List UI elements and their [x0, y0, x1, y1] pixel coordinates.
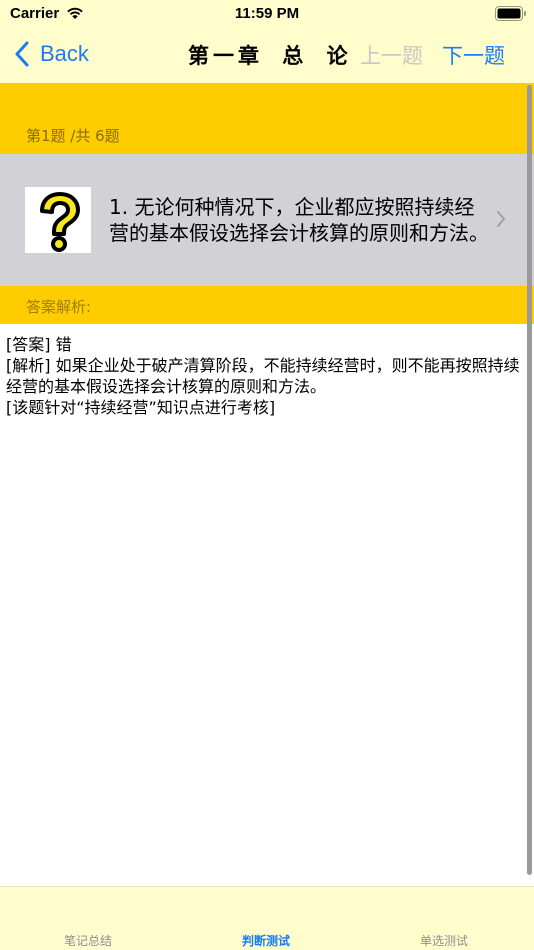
answer-analysis-header: 答案解析:	[0, 286, 534, 324]
question-counter: 第1题 /共 6题	[26, 127, 120, 145]
question-cell[interactable]: 1. 无论何种情况下，企业都应按照持续经营的基本假设选择会计核算的原则和方法。	[0, 154, 534, 286]
page-title: 第一章 总 论	[188, 44, 352, 68]
question-text: 1. 无论何种情况下，企业都应按照持续经营的基本假设选择会计核算的原则和方法。	[109, 195, 489, 245]
previous-question-button[interactable]: 上一题	[360, 40, 423, 70]
answer-analysis-text: [答案] 错 [解析] 如果企业处于破产清算阶段，不能持续经营时，则不能再按照持…	[6, 335, 520, 417]
content-scroll-view[interactable]: 第1题 /共 6题 1. 无论何种情况下，企业都应按照持续经营的基本假设选择会计…	[0, 83, 534, 886]
chevron-left-icon	[15, 41, 29, 67]
question-mark-icon	[25, 187, 91, 253]
battery-icon	[495, 6, 526, 21]
back-button[interactable]: Back	[14, 38, 89, 70]
back-label: Back	[40, 41, 89, 66]
tab-bar: 笔记总结 判断测试 单选测试	[0, 886, 534, 950]
next-question-button[interactable]: 下一题	[442, 40, 505, 70]
question-counter-band: 第1题 /共 6题	[0, 83, 534, 154]
navigation-bar: Back 第一章 总 论 上一题 下一题	[0, 28, 534, 83]
clock: 11:59 PM	[234, 5, 300, 22]
chevron-right-icon	[497, 211, 505, 227]
vertical-scrollbar[interactable]	[527, 85, 532, 875]
tab-true-false-test[interactable]: 判断测试	[206, 932, 326, 949]
status-bar: Carrier 11:59 PM	[0, 0, 534, 28]
tab-single-choice-test[interactable]: 单选测试	[384, 932, 504, 949]
answer-analysis-title: 答案解析:	[26, 298, 92, 316]
tab-notes-summary[interactable]: 笔记总结	[28, 932, 148, 949]
